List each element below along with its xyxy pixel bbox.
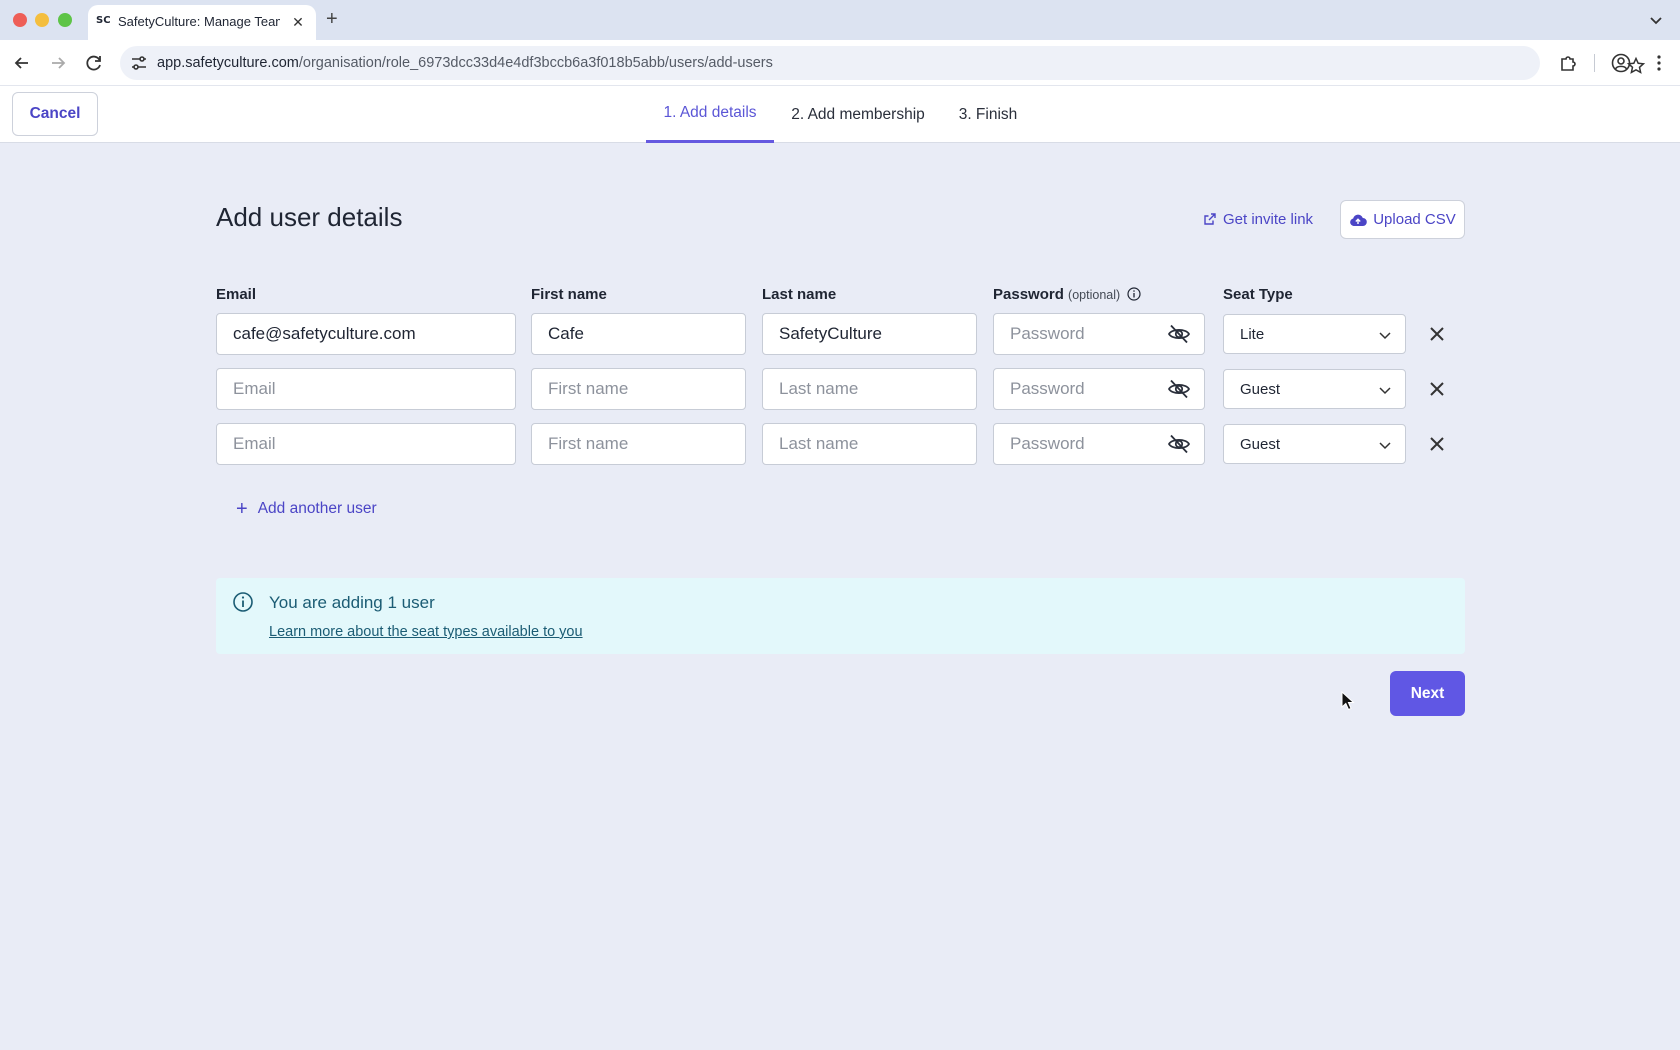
- seat-types-learn-more-link[interactable]: Learn more about the seat types availabl…: [269, 624, 583, 640]
- remove-row-2-icon[interactable]: [1426, 378, 1448, 400]
- site-settings-icon[interactable]: [130, 54, 148, 72]
- page-title: Add user details: [216, 202, 403, 232]
- first-name-field-row-1[interactable]: [531, 313, 746, 355]
- column-label-last-name: Last name: [762, 286, 837, 303]
- mouse-cursor-icon: [1341, 691, 1355, 711]
- last-name-field-row-3[interactable]: [762, 423, 977, 465]
- column-label-email: Email: [216, 286, 257, 303]
- cloud-upload-icon: [1350, 214, 1368, 226]
- seat-type-select-row-3[interactable]: Guest: [1223, 424, 1406, 464]
- window-close-button[interactable]: [13, 13, 27, 27]
- safetyculture-favicon-icon: SC: [96, 15, 111, 26]
- external-link-icon: [1204, 213, 1216, 225]
- email-field-row-2[interactable]: [216, 368, 516, 410]
- chevron-down-icon: [1379, 387, 1391, 395]
- password-info-icon[interactable]: [1127, 287, 1141, 301]
- seat-type-value-row-3: Guest: [1240, 435, 1281, 453]
- first-name-field-row-3[interactable]: [531, 423, 746, 465]
- add-another-user-label: Add another user: [257, 500, 377, 517]
- add-another-user-button[interactable]: + Add another user: [236, 498, 377, 520]
- seat-type-select-row-2[interactable]: Guest: [1223, 369, 1406, 409]
- column-label-password: Password (optional): [993, 286, 1141, 303]
- hide-password-eye-icon[interactable]: [1167, 377, 1191, 401]
- extensions-puzzle-icon[interactable]: [1558, 52, 1580, 74]
- new-tab-icon[interactable]: +: [326, 9, 338, 29]
- hide-password-eye-icon[interactable]: [1167, 322, 1191, 346]
- next-button[interactable]: Next: [1390, 671, 1465, 716]
- wizard-header: Cancel 1. Add details 2. Add membership …: [0, 86, 1680, 143]
- step-finish[interactable]: 3. Finish: [950, 86, 1026, 143]
- url-host: app.safetyculture.com: [157, 55, 299, 71]
- browser-menu-kebab-icon[interactable]: [1648, 52, 1670, 74]
- browser-tab-active[interactable]: SC SafetyCulture: Manage Teams ✕: [88, 5, 316, 40]
- toolbar-divider: [1594, 54, 1595, 72]
- tab-title: SafetyCulture: Manage Teams: [118, 14, 280, 29]
- profile-avatar-icon[interactable]: [1610, 52, 1632, 74]
- window-maximize-button[interactable]: [58, 13, 72, 27]
- info-alert: You are adding 1 user Learn more about t…: [216, 578, 1465, 654]
- url-path: /organisation/role_6973dcc33d4e4df3bccb6…: [298, 55, 773, 71]
- plus-icon: +: [236, 498, 248, 520]
- window-minimize-button[interactable]: [35, 13, 49, 27]
- chevron-down-icon: [1379, 442, 1391, 450]
- seat-type-value-row-1: Lite: [1240, 325, 1265, 343]
- back-arrow-icon[interactable]: [11, 52, 33, 74]
- step-add-details[interactable]: 1. Add details: [646, 86, 774, 143]
- hide-password-eye-icon[interactable]: [1167, 432, 1191, 456]
- seat-type-select-row-1[interactable]: Lite: [1223, 314, 1406, 354]
- last-name-field-row-1[interactable]: [762, 313, 977, 355]
- reload-icon[interactable]: [83, 52, 105, 74]
- last-name-field-row-2[interactable]: [762, 368, 977, 410]
- get-invite-link-label: Get invite link: [1223, 210, 1314, 228]
- info-icon: [233, 592, 253, 612]
- column-label-first-name: First name: [531, 286, 607, 303]
- password-optional-text: (optional): [1068, 288, 1121, 302]
- remove-row-1-icon[interactable]: [1426, 323, 1448, 345]
- cancel-button[interactable]: Cancel: [12, 92, 98, 136]
- email-field-row-3[interactable]: [216, 423, 516, 465]
- upload-csv-label: Upload CSV: [1373, 211, 1456, 228]
- get-invite-link[interactable]: Get invite link: [1203, 208, 1313, 230]
- password-label-text: Password: [993, 286, 1064, 303]
- column-label-seat-type: Seat Type: [1223, 286, 1293, 303]
- alert-title: You are adding 1 user: [269, 593, 435, 612]
- first-name-field-row-2[interactable]: [531, 368, 746, 410]
- seat-type-value-row-2: Guest: [1240, 380, 1281, 398]
- email-field-row-1[interactable]: [216, 313, 516, 355]
- tab-search-chevron-icon[interactable]: [1646, 10, 1666, 30]
- browser-toolbar: app.safetyculture.com/organisation/role_…: [0, 40, 1680, 86]
- step-add-membership[interactable]: 2. Add membership: [783, 86, 933, 143]
- forward-arrow-icon[interactable]: [47, 52, 69, 74]
- address-bar[interactable]: app.safetyculture.com/organisation/role_…: [120, 46, 1646, 80]
- browser-tab-bar: SC SafetyCulture: Manage Teams ✕ +: [0, 0, 1680, 40]
- remove-row-3-icon[interactable]: [1426, 433, 1448, 455]
- upload-csv-button[interactable]: Upload CSV: [1340, 200, 1465, 239]
- tab-close-icon[interactable]: ✕: [288, 12, 308, 32]
- chevron-down-icon: [1379, 332, 1391, 340]
- url-text[interactable]: app.safetyculture.com/organisation/role_…: [157, 55, 773, 71]
